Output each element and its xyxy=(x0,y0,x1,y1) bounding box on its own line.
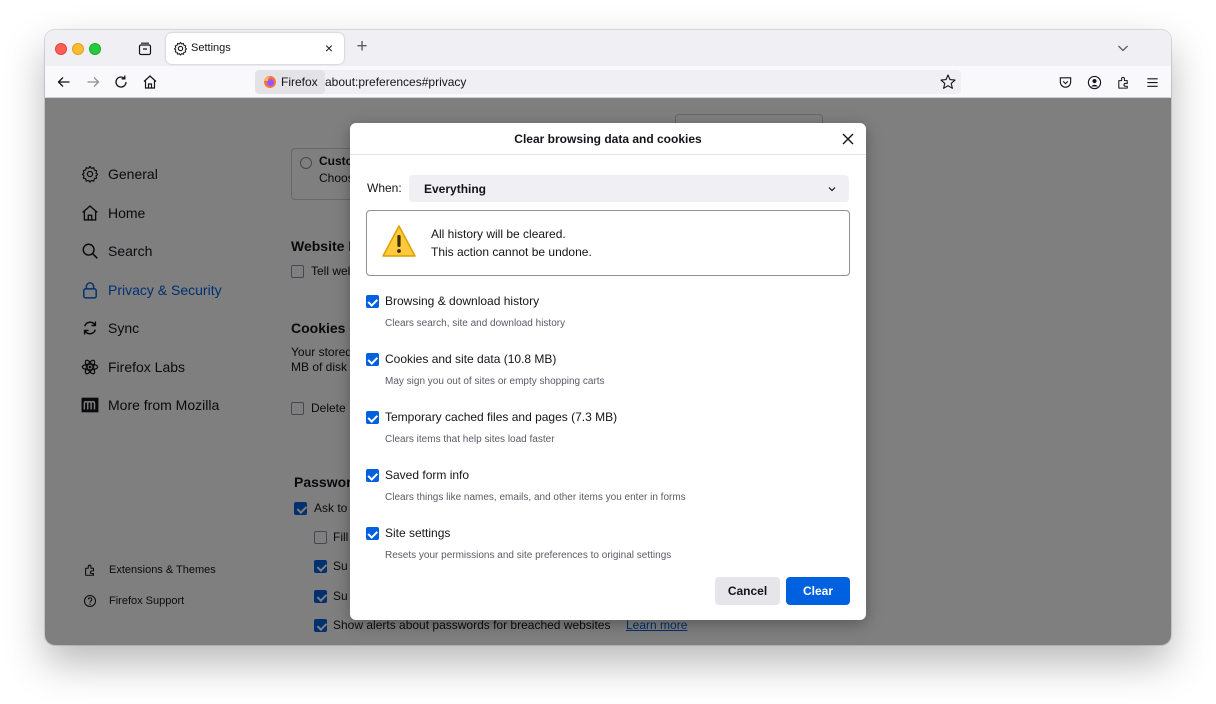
minimize-window-button[interactable] xyxy=(72,43,84,55)
option-description: Resets your permissions and site prefere… xyxy=(385,550,672,561)
reload-icon xyxy=(115,75,127,88)
close-window-button[interactable] xyxy=(55,43,67,55)
when-selected-value: Everything xyxy=(424,182,487,196)
url-text[interactable]: about:preferences#privacy xyxy=(325,75,466,89)
preferences-content: General Home Search Privacy & Security S… xyxy=(45,98,1171,645)
back-button[interactable] xyxy=(54,72,74,92)
account-icon xyxy=(1087,75,1101,89)
option-description: May sign you out of sites or empty shopp… xyxy=(385,376,605,387)
option-description: Clears items that help sites load faster xyxy=(385,434,555,445)
forward-button[interactable] xyxy=(83,72,103,92)
option-label: Browsing & download history xyxy=(385,294,540,308)
clear-button[interactable]: Clear xyxy=(786,577,850,605)
option-description: Clears search, site and download history xyxy=(385,318,566,329)
bookmark-star-icon[interactable] xyxy=(939,73,957,91)
option-label: Cookies and site data (10.8 MB) xyxy=(385,352,557,366)
gear-icon xyxy=(173,41,188,56)
pocket-icon xyxy=(1059,76,1071,88)
dialog-close-button[interactable] xyxy=(838,129,858,149)
navigation-toolbar: Firefox about:preferences#privacy xyxy=(45,66,1171,98)
tab-settings[interactable]: Settings × xyxy=(166,33,344,64)
url-bar[interactable]: Firefox about:preferences#privacy xyxy=(255,70,961,94)
firefox-logo-icon xyxy=(264,76,276,88)
cancel-button[interactable]: Cancel xyxy=(715,577,780,605)
option-cache[interactable]: Temporary cached files and pages (7.3 MB… xyxy=(366,410,846,455)
option-checkbox[interactable] xyxy=(366,527,379,540)
firefox-view-button[interactable] xyxy=(135,39,155,59)
account-button[interactable] xyxy=(1084,72,1104,92)
chevron-down-icon xyxy=(828,187,836,192)
warning-box: All history will be cleared. This action… xyxy=(366,210,850,276)
puzzle-icon xyxy=(1117,76,1128,89)
home-icon xyxy=(143,75,157,89)
warning-icon xyxy=(382,225,416,257)
option-checkbox[interactable] xyxy=(366,469,379,482)
new-tab-button[interactable]: + xyxy=(352,37,372,58)
reload-button[interactable] xyxy=(111,72,131,92)
list-all-tabs-chevron-down-icon[interactable] xyxy=(1115,40,1131,56)
tab-strip: Settings × + xyxy=(45,30,1171,66)
dialog-header: Clear browsing data and cookies xyxy=(350,123,866,155)
warning-line-2: This action cannot be undone. xyxy=(431,245,592,259)
pocket-button[interactable] xyxy=(1055,72,1075,92)
option-checkbox[interactable] xyxy=(366,295,379,308)
close-icon xyxy=(842,133,854,145)
option-label: Temporary cached files and pages (7.3 MB… xyxy=(385,410,618,424)
zoom-window-button[interactable] xyxy=(89,43,101,55)
warning-line-1: All history will be cleared. xyxy=(431,227,566,241)
identity-box[interactable]: Firefox xyxy=(255,70,325,94)
option-checkbox[interactable] xyxy=(366,411,379,424)
when-dropdown[interactable]: Everything xyxy=(409,175,849,202)
app-menu-button[interactable] xyxy=(1142,72,1162,92)
option-browsing-history[interactable]: Browsing & download history Clears searc… xyxy=(366,294,846,339)
firefox-view-icon xyxy=(138,42,152,56)
option-description: Clears things like names, emails, and ot… xyxy=(385,492,686,503)
hamburger-menu-icon xyxy=(1146,77,1158,87)
option-checkbox[interactable] xyxy=(366,353,379,366)
identity-label: Firefox xyxy=(281,75,318,89)
home-button[interactable] xyxy=(140,72,160,92)
option-cookies[interactable]: Cookies and site data (10.8 MB) May sign… xyxy=(366,352,846,397)
extensions-button[interactable] xyxy=(1113,72,1133,92)
browser-window: Settings × + Firefox about:preferences#p… xyxy=(45,30,1171,645)
clear-data-dialog: Clear browsing data and cookies When: Ev… xyxy=(350,123,866,620)
tab-title: Settings xyxy=(191,42,231,54)
option-site-settings[interactable]: Site settings Resets your permissions an… xyxy=(366,526,846,571)
back-arrow-icon xyxy=(57,77,70,87)
option-label: Saved form info xyxy=(385,468,470,482)
option-form-info[interactable]: Saved form info Clears things like names… xyxy=(366,468,846,513)
forward-arrow-icon xyxy=(87,77,100,87)
dialog-title: Clear browsing data and cookies xyxy=(514,132,702,146)
close-tab-button[interactable]: × xyxy=(320,39,338,57)
when-label: When: xyxy=(367,181,402,195)
option-label: Site settings xyxy=(385,526,451,540)
